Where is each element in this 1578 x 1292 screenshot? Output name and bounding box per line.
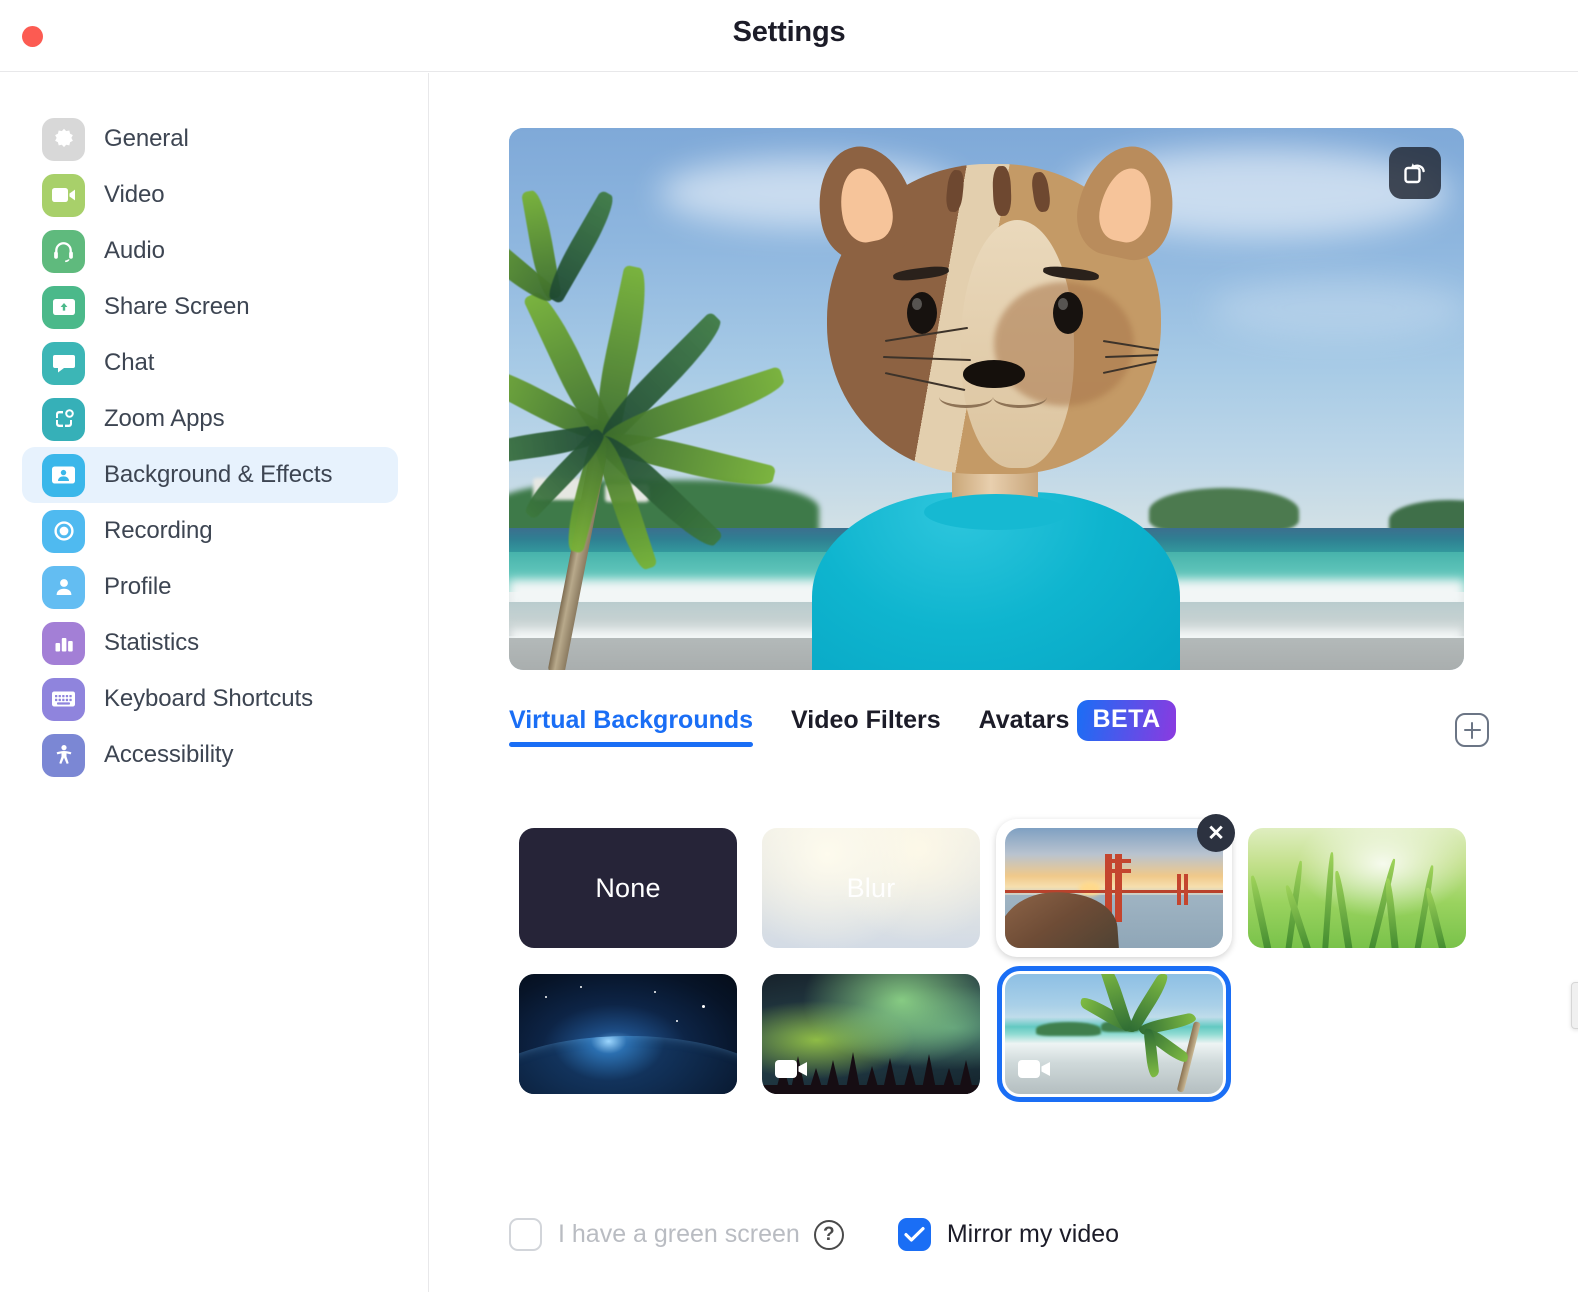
question-mark-icon[interactable]: ? (814, 1220, 844, 1250)
background-thumb-san-francisco[interactable]: ✕ (1005, 828, 1223, 948)
cat-eye-right (1053, 292, 1083, 334)
thumb-surface[interactable] (1248, 828, 1466, 948)
grass-image (1248, 828, 1466, 948)
title-bar: Settings (0, 0, 1578, 72)
page-title: Settings (0, 16, 1578, 49)
video-background-icon (1018, 1057, 1052, 1081)
background-thumb-blur[interactable]: Blur (762, 828, 980, 948)
sidebar-item-label: Profile (104, 573, 171, 601)
green-screen-label: I have a green screen (558, 1220, 800, 1249)
tab-avatars[interactable]: Avatars BETA (979, 700, 1176, 753)
mirror-video-label: Mirror my video (947, 1220, 1119, 1249)
cat-ear-left (807, 137, 922, 266)
record-icon (42, 510, 85, 553)
background-thumb-none[interactable]: None (519, 828, 737, 948)
background-tabs: Virtual Backgrounds Video Filters Avatar… (509, 698, 1509, 754)
headset-icon (42, 230, 85, 273)
main-content: Virtual Backgrounds Video Filters Avatar… (430, 73, 1578, 1292)
green-screen-checkbox[interactable] (509, 1218, 542, 1251)
video-background-icon (775, 1057, 809, 1081)
cloud (1209, 278, 1464, 338)
zoom-apps-icon (42, 398, 85, 441)
video-preview (509, 128, 1464, 670)
sidebar-item-zoom-apps[interactable]: Zoom Apps (22, 391, 398, 447)
sidebar-item-label: Accessibility (104, 741, 233, 769)
background-thumb-aurora[interactable] (762, 974, 980, 1094)
avatar-collar (924, 494, 1068, 530)
beta-badge: BETA (1077, 700, 1175, 741)
tab-virtual-backgrounds[interactable]: Virtual Backgrounds (509, 706, 753, 747)
thumb-surface[interactable] (1005, 828, 1223, 948)
accessibility-icon (42, 734, 85, 777)
sidebar-item-statistics[interactable]: Statistics (22, 615, 398, 671)
sidebar-item-accessibility[interactable]: Accessibility (22, 727, 398, 783)
share-screen-icon (42, 286, 85, 329)
cat-ear-right (1069, 137, 1184, 266)
sidebar-item-profile[interactable]: Profile (22, 559, 398, 615)
thumb-surface[interactable] (519, 974, 737, 1094)
tab-label: Virtual Backgrounds (509, 706, 753, 734)
sidebar-item-video[interactable]: Video (22, 167, 398, 223)
thumb-surface[interactable]: None (519, 828, 737, 948)
thumb-surface[interactable]: Blur (762, 828, 980, 948)
background-thumb-earth[interactable] (519, 974, 737, 1094)
rotate-camera-icon[interactable] (1389, 147, 1441, 199)
sidebar-item-recording[interactable]: Recording (22, 503, 398, 559)
thumb-surface[interactable] (1005, 974, 1223, 1094)
video-camera-icon (42, 174, 85, 217)
thumb-label: Blur (762, 828, 980, 948)
golden-gate-bridge-image (1005, 828, 1223, 948)
background-grid: None Blur (519, 828, 1519, 1094)
sidebar-item-label: Background & Effects (104, 461, 332, 489)
sidebar-item-label: Share Screen (104, 293, 250, 321)
add-background-button[interactable] (1455, 713, 1489, 747)
sidebar-item-background-effects[interactable]: Background & Effects (22, 447, 398, 503)
settings-sidebar: General Video Audio Share Screen Chat Zo… (0, 73, 429, 1292)
mirror-video-option: Mirror my video (898, 1218, 1119, 1251)
earth-space-image (519, 974, 737, 1094)
gear-icon (42, 118, 85, 161)
tab-label: Video Filters (791, 706, 941, 734)
tab-label: Avatars (979, 706, 1070, 735)
mirror-video-checkbox[interactable] (898, 1218, 931, 1251)
tab-video-filters[interactable]: Video Filters (791, 706, 941, 747)
sidebar-item-label: Keyboard Shortcuts (104, 685, 313, 713)
chat-bubble-icon (42, 342, 85, 385)
background-tooltip: San Francisco (1571, 982, 1578, 1029)
remove-background-icon[interactable]: ✕ (1197, 814, 1235, 852)
thumb-label: None (519, 828, 737, 948)
cat-nose (963, 360, 1025, 388)
cat-avatar (784, 142, 1204, 670)
sidebar-item-label: Statistics (104, 629, 199, 657)
sidebar-item-label: Chat (104, 349, 154, 377)
bar-chart-icon (42, 622, 85, 665)
sidebar-item-label: Video (104, 181, 164, 209)
bottom-options: I have a green screen ? Mirror my video (509, 1218, 1119, 1251)
sidebar-item-label: Recording (104, 517, 213, 545)
cat-eye-left (907, 292, 937, 334)
background-thumb-grass[interactable] (1248, 828, 1466, 948)
background-effects-icon (42, 454, 85, 497)
green-screen-option: I have a green screen ? (509, 1218, 844, 1251)
sidebar-item-label: General (104, 125, 189, 153)
thumb-surface[interactable] (762, 974, 980, 1094)
sidebar-item-general[interactable]: General (22, 111, 398, 167)
sidebar-item-audio[interactable]: Audio (22, 223, 398, 279)
sidebar-item-share-screen[interactable]: Share Screen (22, 279, 398, 335)
keyboard-icon (42, 678, 85, 721)
sidebar-item-label: Zoom Apps (104, 405, 225, 433)
sidebar-item-keyboard-shortcuts[interactable]: Keyboard Shortcuts (22, 671, 398, 727)
person-icon (42, 566, 85, 609)
sidebar-item-chat[interactable]: Chat (22, 335, 398, 391)
sidebar-item-label: Audio (104, 237, 165, 265)
background-thumb-beach[interactable] (1005, 974, 1223, 1094)
